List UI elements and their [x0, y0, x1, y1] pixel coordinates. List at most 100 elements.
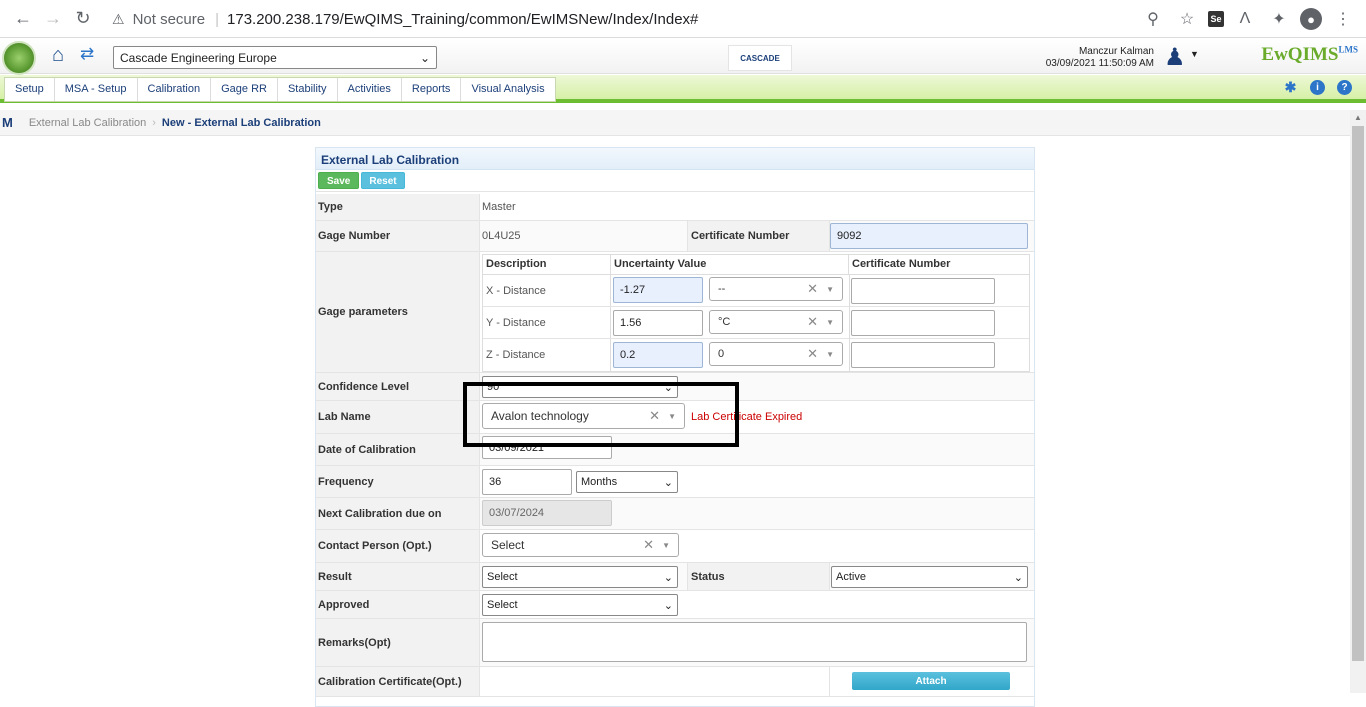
status-select[interactable]: Active ⌄ [831, 566, 1028, 588]
user-info: Manczur Kalman 03/09/2021 11:50:09 AM [1046, 46, 1154, 70]
clear-icon[interactable]: ✕ [649, 408, 660, 424]
selenium-extension-icon[interactable]: Se [1208, 11, 1224, 27]
extensions-puzzle-icon[interactable]: ✦ [1266, 4, 1292, 34]
certificate-number-label: Certificate Number [687, 221, 830, 251]
address-bar[interactable]: ⚠ Not secure | 173.200.238.179/EwQIMS_Tr… [108, 4, 1198, 34]
contact-person-value: Select [491, 538, 525, 552]
user-avatar-icon[interactable]: ♟ [1164, 43, 1186, 72]
date-of-calibration-input[interactable]: 03/09/2021 [482, 436, 612, 459]
clear-icon[interactable]: ✕ [807, 281, 818, 297]
page-scrollbar[interactable]: ▲ [1350, 110, 1366, 693]
param-unit-value: -- [718, 283, 726, 295]
home-icon[interactable]: ⌂ [52, 44, 64, 67]
approved-label: Approved [316, 591, 480, 618]
param-unit-select[interactable]: °C ✕ ▼ [709, 310, 843, 334]
param-uncertainty-input[interactable]: 1.56 [613, 310, 703, 336]
app-header: ⌂ ⇄ Cascade Engineering Europe ⌄ CASCADE… [0, 39, 1366, 75]
extension-a-icon[interactable]: Λ [1232, 4, 1258, 34]
frequency-input[interactable]: 36 [482, 469, 572, 495]
warning-icon: ⚠ [112, 10, 125, 27]
brand-name: EwQIMS [1261, 44, 1339, 65]
refresh-icon[interactable]: ⇄ [80, 44, 94, 64]
gage-parameters-label: Gage parameters [316, 252, 480, 372]
param-certificate-input[interactable] [851, 310, 995, 336]
brand-sup: LMS [1338, 44, 1358, 55]
browser-toolbar: ← → ↻ ⚠ Not secure | 173.200.238.179/EwQ… [0, 0, 1366, 38]
scroll-thumb[interactable] [1352, 126, 1364, 661]
clear-icon[interactable]: ✕ [643, 537, 654, 553]
gage-parameters-table: Description Uncertainty Value Certificat… [482, 254, 1030, 372]
type-label: Type [316, 194, 480, 220]
param-description: Z - Distance [483, 339, 611, 371]
menu-calibration[interactable]: Calibration [138, 78, 212, 101]
param-uncertainty-input[interactable]: 0.2 [613, 342, 703, 368]
clear-icon[interactable]: ✕ [807, 346, 818, 362]
menu-activities[interactable]: Activities [338, 78, 402, 101]
browser-menu-icon[interactable]: ⋮ [1330, 4, 1356, 34]
forward-icon[interactable]: → [38, 4, 68, 34]
date-label: Date of Calibration [316, 434, 480, 465]
caret-down-icon[interactable]: ▼ [1190, 49, 1199, 59]
approved-select[interactable]: Select ⌄ [482, 594, 678, 616]
status-label: Status [687, 563, 830, 590]
bookmark-star-icon[interactable]: ☆ [1174, 4, 1200, 34]
menu-gage-rr[interactable]: Gage RR [211, 78, 278, 101]
param-certificate-input[interactable] [851, 278, 995, 304]
column-divider [849, 339, 850, 371]
confidence-value: 90 [487, 381, 500, 393]
remarks-label: Remarks(Opt) [316, 619, 480, 666]
save-button[interactable]: Save [318, 172, 360, 189]
site-select[interactable]: Cascade Engineering Europe ⌄ [113, 46, 437, 69]
reset-button[interactable]: Reset [361, 172, 405, 189]
panel-title: External Lab Calibration [316, 148, 1034, 170]
breadcrumb-parent[interactable]: External Lab Calibration [29, 117, 146, 129]
site-select-value: Cascade Engineering Europe [120, 50, 277, 65]
back-icon[interactable]: ← [8, 4, 38, 34]
scroll-up-icon[interactable]: ▲ [1350, 110, 1366, 126]
menu-setup[interactable]: Setup [5, 78, 55, 101]
attach-button[interactable]: Attach [852, 672, 1010, 690]
breadcrumb-root[interactable]: M [2, 115, 13, 130]
param-unit-select[interactable]: -- ✕ ▼ [709, 277, 843, 301]
info-icon[interactable]: i [1310, 80, 1325, 95]
result-select[interactable]: Select ⌄ [482, 566, 678, 588]
certificate-number-input[interactable]: 9092 [830, 223, 1028, 249]
next-due-row: Next Calibration due on 03/07/2024 [316, 498, 1034, 530]
remarks-textarea[interactable] [482, 622, 1027, 662]
lab-error-message: Lab Certificate Expired [691, 411, 803, 423]
breadcrumb-separator: › [152, 116, 156, 129]
menu-visual-analysis[interactable]: Visual Analysis [461, 78, 554, 101]
chevron-down-icon: ⌄ [663, 571, 673, 584]
confidence-select[interactable]: 90 ⌄ [482, 376, 678, 398]
gage-parameters-row: Gage parameters Description Uncertainty … [316, 252, 1034, 373]
param-unit-value: °C [718, 316, 731, 328]
param-description: X - Distance [483, 275, 611, 306]
menu-stability[interactable]: Stability [278, 78, 338, 101]
cascade-logo: CASCADE [728, 45, 792, 71]
param-uncertainty-input[interactable]: -1.27 [613, 277, 703, 303]
status-value: Active [836, 571, 866, 583]
url-text[interactable]: 173.200.238.179/EwQIMS_Training/common/E… [227, 11, 698, 28]
reload-icon[interactable]: ↻ [68, 4, 98, 34]
help-icon[interactable]: ? [1337, 80, 1352, 95]
param-certificate-input[interactable] [851, 342, 995, 368]
certificate-label: Calibration Certificate(Opt.) [316, 667, 480, 696]
pin-icon[interactable]: ✱ [1283, 79, 1298, 95]
clear-icon[interactable]: ✕ [807, 314, 818, 330]
profile-icon[interactable]: ● [1300, 8, 1322, 30]
confidence-label: Confidence Level [316, 373, 480, 400]
frequency-unit-select[interactable]: Months ⌄ [576, 471, 678, 493]
zoom-icon[interactable]: ⚲ [1140, 4, 1166, 34]
chevron-down-icon: ▼ [826, 284, 834, 294]
menu-reports[interactable]: Reports [402, 78, 462, 101]
menu-msa-setup[interactable]: MSA - Setup [55, 78, 138, 101]
param-unit-select[interactable]: 0 ✕ ▼ [709, 342, 843, 366]
chevron-down-icon: ⌄ [419, 50, 430, 65]
contact-person-select[interactable]: Select ✕ ▼ [482, 533, 679, 557]
address-separator: | [215, 10, 220, 28]
lab-name-select[interactable]: Avalon technology ✕ ▼ [482, 403, 685, 429]
menu-tools: ✱ i ? [1283, 79, 1352, 95]
gage-number-value: 0L4U25 [482, 230, 521, 242]
type-row: Type Master [316, 194, 1034, 221]
frequency-unit-value: Months [581, 476, 618, 488]
